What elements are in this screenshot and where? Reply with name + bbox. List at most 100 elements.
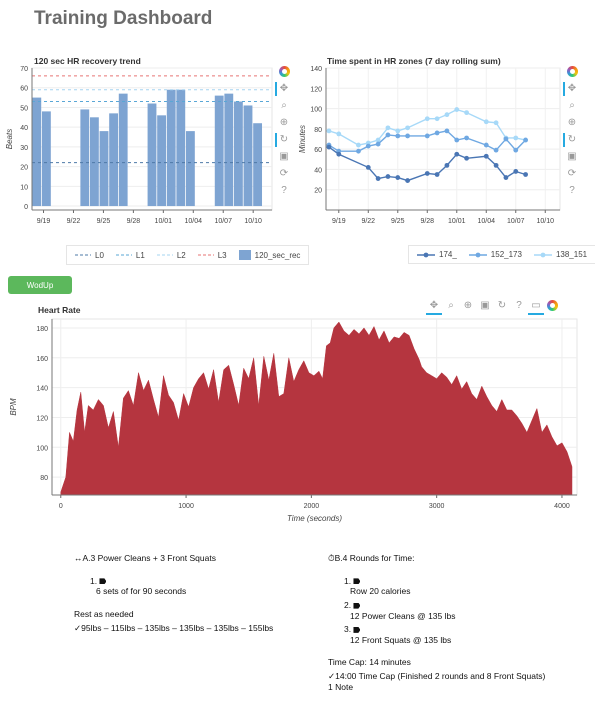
x-tick-label: 1000 — [178, 503, 194, 510]
wheel-zoom-tool-icon[interactable]: ⊕ — [278, 116, 290, 128]
legend-item-L1[interactable]: L1 — [115, 251, 145, 260]
zones-chart-legend: 174_ 152_173 138_151 — [408, 245, 595, 264]
workout-b: ⏱B.4 Rounds for Time: 1. Row 20 calories… — [328, 553, 593, 692]
y-tick-label: 40 — [314, 167, 322, 174]
legend-item-L0[interactable]: L0 — [75, 251, 104, 260]
data-point — [395, 133, 401, 139]
box-zoom-tool-icon[interactable]: ⌕ — [566, 99, 578, 111]
wodup-button[interactable]: WodUp — [8, 276, 72, 294]
workout-b-result: ✓14:00 Time Cap (Finished 2 rounds and 8… — [328, 671, 593, 682]
bar — [32, 97, 42, 207]
workout-a-result: ✓95lbs – 115lbs – 135lbs – 135lbs – 135l… — [74, 623, 314, 634]
data-point — [464, 155, 469, 161]
data-point — [405, 125, 411, 131]
data-point — [503, 136, 509, 142]
y-tick-label: 10 — [20, 184, 28, 191]
save-tool-icon[interactable]: ▣ — [566, 150, 578, 162]
data-point — [385, 125, 391, 131]
legend-item-138_151[interactable]: 138_151 — [533, 250, 587, 259]
legend-item-L3[interactable]: L3 — [197, 250, 227, 260]
timer-icon: ⏱ — [328, 553, 335, 563]
x-tick-label: 3000 — [429, 503, 445, 510]
data-point — [395, 175, 401, 180]
bokeh-logo-icon[interactable] — [566, 66, 578, 77]
workout-a: ↔A.3 Power Cleans + 3 Front Squats 1. 6 … — [74, 553, 314, 633]
reset-tool-icon[interactable]: ↻ — [275, 133, 290, 147]
workout-b-title: B.4 Rounds for Time: — [334, 553, 415, 563]
bar — [233, 101, 243, 207]
y-axis-label: BPM — [9, 398, 18, 416]
y-tick-label: 140 — [310, 66, 322, 73]
legend-item-L2[interactable]: L2 — [156, 251, 186, 260]
legend-item-174_[interactable]: 174_ — [417, 250, 457, 259]
data-point — [523, 137, 528, 143]
data-point — [434, 116, 440, 122]
data-point — [336, 131, 342, 137]
help-tool-icon[interactable]: ? — [566, 184, 578, 196]
y-tick-label: 20 — [314, 188, 322, 195]
x-tick-label: 10/10 — [536, 218, 554, 225]
x-tick-label: 9/28 — [420, 218, 434, 225]
x-tick-label: 10/01 — [448, 218, 466, 225]
page-title: Training Dashboard — [34, 8, 213, 29]
x-axis-label: Time (seconds) — [287, 514, 342, 523]
pan-tool-icon[interactable]: ✥ — [426, 299, 442, 315]
legend-item-bars[interactable]: 120_sec_rec — [238, 250, 301, 260]
data-point — [454, 137, 460, 143]
pan-tool-icon[interactable]: ✥ — [275, 82, 290, 96]
x-tick-label: 10/07 — [214, 218, 232, 225]
workout-a-header: ↔A.3 Power Cleans + 3 Front Squats — [74, 553, 314, 564]
data-point — [405, 178, 411, 183]
workout-a-title: A.3 Power Cleans + 3 Front Squats — [82, 553, 216, 563]
legend-item-152_173[interactable]: 152_173 — [468, 250, 522, 259]
save-tool-icon[interactable]: ▣ — [278, 150, 290, 162]
box-zoom-tool-icon[interactable]: ⌕ — [445, 299, 457, 311]
save-tool-icon[interactable]: ▣ — [479, 299, 491, 311]
x-tick-label: 10/10 — [244, 218, 262, 225]
data-point — [493, 162, 499, 168]
bar — [224, 93, 234, 207]
workout-a-item-text: 6 sets of for 90 seconds — [96, 586, 187, 597]
data-point — [356, 148, 361, 154]
heart-rate-toolbar: ✥ ⌕ ⊕ ▣ ↻ ? ▭ — [426, 299, 558, 315]
hover-tool-icon[interactable]: ▭ — [528, 299, 544, 315]
zones-chart-toolbar: ✥ ⌕ ⊕ ↻ ▣ ⟳ ? — [563, 66, 578, 196]
reset-tool-icon[interactable]: ↻ — [563, 133, 578, 147]
wheel-zoom-tool-icon[interactable]: ⊕ — [462, 299, 474, 311]
workout-a-result-text: 95lbs – 115lbs – 135lbs – 135lbs – 135lb… — [81, 622, 274, 633]
x-tick-label: 9/22 — [361, 218, 375, 225]
y-axis-label: Minutes — [298, 125, 307, 153]
x-tick-label: 4000 — [554, 503, 570, 510]
x-tick-label: 9/22 — [67, 218, 81, 225]
data-point — [385, 132, 391, 138]
refresh-tool-icon[interactable]: ⟳ — [278, 167, 290, 179]
bar — [80, 109, 90, 207]
bokeh-logo-icon[interactable] — [278, 66, 290, 77]
data-point — [513, 135, 519, 141]
workout-b-item-text: 12 Power Cleans @ 135 lbs — [350, 610, 456, 621]
data-point — [424, 133, 430, 139]
data-point — [395, 128, 401, 134]
x-tick-label: 9/25 — [97, 218, 111, 225]
pan-tool-icon[interactable]: ✥ — [563, 82, 578, 96]
wheel-zoom-tool-icon[interactable]: ⊕ — [566, 116, 578, 128]
bar — [185, 131, 195, 207]
workout-b-note[interactable]: 1 Note — [328, 682, 593, 693]
data-point — [375, 176, 381, 181]
heart-rate-area-chart: 80 100 120 140 160 180 0 1000 2000 3000 4000 Time (… — [9, 318, 578, 523]
refresh-tool-icon[interactable]: ⟳ — [566, 167, 578, 179]
data-point — [405, 133, 411, 139]
bar — [166, 89, 176, 207]
y-tick-label: 60 — [20, 86, 28, 93]
bokeh-logo-icon[interactable] — [547, 299, 558, 311]
reset-tool-icon[interactable]: ↻ — [496, 299, 508, 311]
box-zoom-tool-icon[interactable]: ⌕ — [278, 99, 290, 111]
help-tool-icon[interactable]: ? — [513, 299, 525, 311]
data-point — [454, 107, 460, 112]
legend-label: L3 — [217, 250, 227, 260]
data-point — [444, 162, 450, 168]
help-tool-icon[interactable]: ? — [278, 184, 290, 196]
tag-icon — [99, 578, 107, 585]
data-point — [493, 120, 499, 126]
legend-label: 120_sec_rec — [254, 250, 301, 260]
